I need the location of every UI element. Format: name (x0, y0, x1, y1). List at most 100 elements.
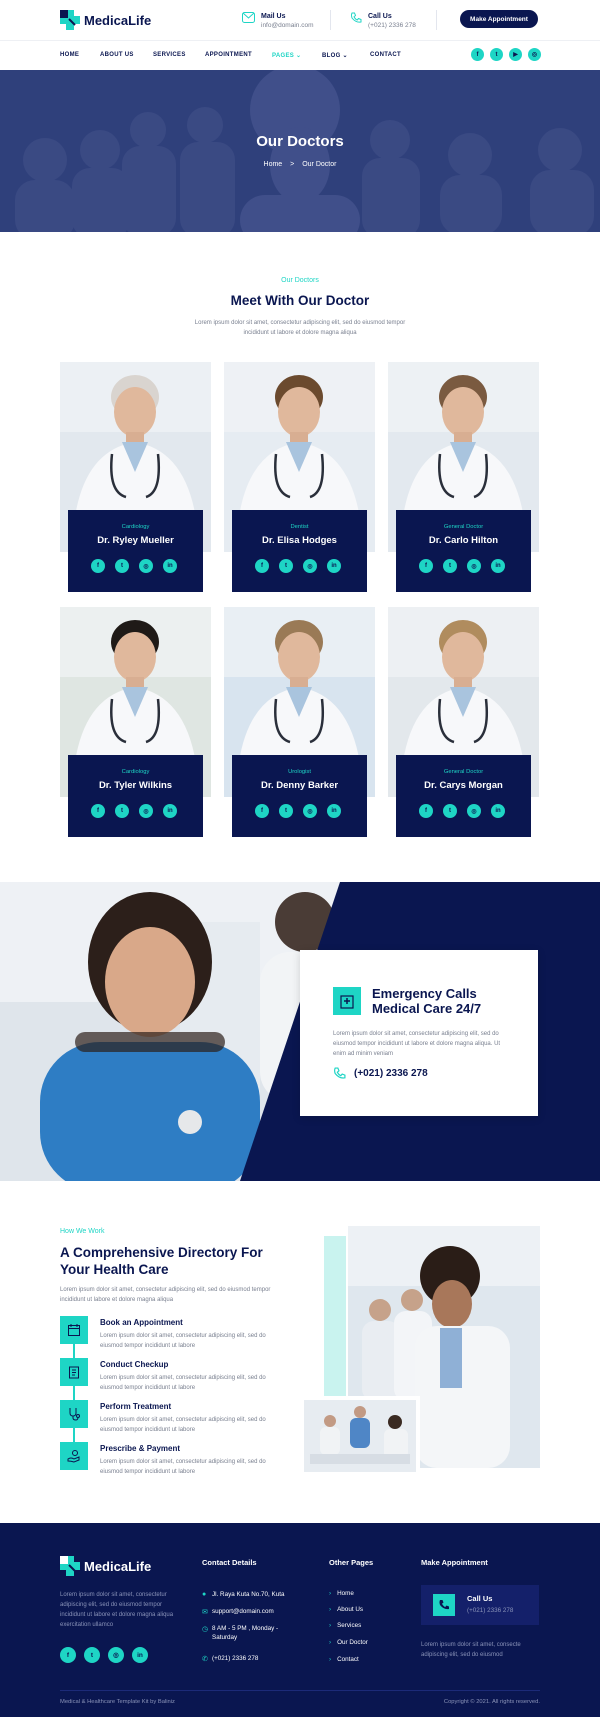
footer-call-box[interactable]: Call Us (+021) 2336 278 (421, 1585, 539, 1625)
step-title: Perform Treatment (100, 1402, 172, 1411)
nav-blog-label: BLOG (322, 53, 341, 59)
doctor-card[interactable]: General Doctor Dr. Carlo Hilton f t ◎ in (388, 362, 539, 592)
doctor-card[interactable]: Cardiology Dr. Tyler Wilkins f t ◎ in (60, 607, 211, 837)
footer-link-services[interactable]: Services (337, 1622, 361, 1629)
emergency-phone[interactable]: (+021) 2336 278 (333, 1067, 428, 1080)
stethoscope-icon (60, 1400, 88, 1428)
breadcrumb-home[interactable]: Home (264, 161, 283, 168)
instagram-icon[interactable]: ◎ (528, 48, 541, 61)
twitter-icon[interactable]: t (115, 804, 129, 818)
linkedin-icon[interactable]: in (491, 559, 505, 573)
twitter-icon[interactable]: t (490, 48, 503, 61)
linkedin-icon[interactable]: in (163, 559, 177, 573)
nav-about-us[interactable]: ABOUT US (100, 52, 134, 58)
emergency-phone-number: (+021) 2336 278 (354, 1068, 428, 1079)
header-mail[interactable]: Mail Us info@domain.com (242, 12, 313, 30)
facebook-icon[interactable]: f (255, 559, 269, 573)
doctor-specialty: Cardiology (121, 769, 150, 775)
logo[interactable]: MedicaLife (60, 10, 151, 30)
linkedin-icon[interactable]: in (491, 804, 505, 818)
breadcrumb: Home > Our Doctor (0, 161, 600, 168)
footer-link-about-us[interactable]: About Us (337, 1606, 363, 1613)
step-desc: Lorem ipsum dolor sit amet, consectetur … (100, 1375, 266, 1391)
instagram-icon[interactable]: ◎ (139, 559, 153, 573)
step-desc: Lorem ipsum dolor sit amet, consectetur … (100, 1417, 266, 1433)
linkedin-icon[interactable]: in (327, 559, 341, 573)
facebook-icon[interactable]: f (419, 559, 433, 573)
doctor-card[interactable]: General Doctor Dr. Carys Morgan f t ◎ in (388, 607, 539, 837)
footer-copyright: Copyright © 2021. All rights reserved. (443, 1699, 540, 1705)
linkedin-icon[interactable]: in (132, 1647, 148, 1663)
footer-link-contact[interactable]: Contact (337, 1656, 359, 1663)
doctor-specialty: General Doctor (443, 524, 484, 530)
call-title: Call Us (368, 13, 392, 20)
instagram-icon[interactable]: ◎ (303, 804, 317, 818)
page-title: Our Doctors (256, 133, 344, 150)
facebook-icon[interactable]: f (60, 1647, 76, 1663)
footer-hours: 8 AM - 5 PM , Monday - Saturday (212, 1625, 279, 1641)
top-bar: MedicaLife Mail Us info@domain.com Call … (0, 0, 600, 40)
twitter-icon[interactable]: t (443, 559, 457, 573)
footer-email[interactable]: support@domain.com (212, 1607, 274, 1616)
twitter-icon[interactable]: t (443, 804, 457, 818)
how-we-work-kicker: How We Work (60, 1228, 105, 1235)
doctors-kicker: Our Doctors (281, 277, 319, 284)
facebook-icon[interactable]: f (91, 559, 105, 573)
phone-icon (333, 1067, 346, 1080)
how-we-work-title: A Comprehensive Directory For Your Healt… (60, 1245, 263, 1277)
instagram-icon[interactable]: ◎ (108, 1647, 124, 1663)
facebook-icon[interactable]: f (471, 48, 484, 61)
facebook-icon[interactable]: f (255, 804, 269, 818)
footer-link-our-doctor[interactable]: Our Doctor (337, 1639, 368, 1646)
doctor-info: General Doctor Dr. Carys Morgan f t ◎ in (396, 755, 531, 837)
hospital-icon (333, 987, 361, 1015)
doctor-card[interactable]: Cardiology Dr. Ryley Mueller f t ◎ in (60, 362, 211, 592)
phone-icon (433, 1594, 455, 1616)
mail-icon: ✉ (202, 1609, 208, 1616)
footer-link-home[interactable]: Home (337, 1590, 354, 1597)
linkedin-icon[interactable]: in (327, 804, 341, 818)
nav-blog[interactable]: BLOG ⌄ (322, 52, 348, 59)
logo-text: MedicaLife (84, 12, 152, 28)
doctor-info: General Doctor Dr. Carlo Hilton f t ◎ in (396, 510, 531, 592)
twitter-icon[interactable]: t (279, 804, 293, 818)
facebook-icon[interactable]: f (419, 804, 433, 818)
make-appointment-button[interactable]: Make Appointment (460, 10, 538, 28)
how-we-work-images (300, 1226, 540, 1476)
nav-pages[interactable]: PAGES ⌄ (272, 52, 301, 59)
youtube-icon[interactable]: ▶ (509, 48, 522, 61)
header-call[interactable]: Call Us (+021) 2336 278 (350, 12, 416, 30)
instagram-icon[interactable]: ◎ (139, 804, 153, 818)
instagram-icon[interactable]: ◎ (303, 559, 317, 573)
step-desc: Lorem ipsum dolor sit amet, consectetur … (100, 1459, 266, 1475)
twitter-icon[interactable]: t (84, 1647, 100, 1663)
footer-phone[interactable]: (+021) 2336 278 (212, 1654, 258, 1663)
nav-contact[interactable]: CONTACT (370, 52, 401, 58)
step-title: Book an Appointment (100, 1318, 183, 1327)
instagram-icon[interactable]: ◎ (467, 559, 481, 573)
facebook-icon[interactable]: f (91, 804, 105, 818)
mail-value: info@domain.com (261, 22, 314, 29)
nav-home[interactable]: HOME (60, 52, 79, 58)
footer-logo[interactable]: MedicaLife (60, 1556, 151, 1576)
linkedin-icon[interactable]: in (163, 804, 177, 818)
twitter-icon[interactable]: t (279, 559, 293, 573)
emergency-section: Emergency Calls Medical Care 24/7 Lorem … (0, 882, 600, 1181)
nav-services[interactable]: SERVICES (153, 52, 186, 58)
clock-icon: ◷ (202, 1626, 209, 1633)
nav-appointment[interactable]: APPOINTMENT (205, 52, 252, 58)
doctor-card[interactable]: Dentist Dr. Elisa Hodges f t ◎ in (224, 362, 375, 592)
footer-address: Jl. Raya Kuta No.70, Kuta (212, 1591, 285, 1598)
doctor-card[interactable]: Urologist Dr. Denny Barker f t ◎ in (224, 607, 375, 837)
twitter-icon[interactable]: t (115, 559, 129, 573)
emergency-title-line2: Medical Care 24/7 (372, 1001, 482, 1016)
contact-details-heading: Contact Details (202, 1558, 257, 1567)
footer-call-value: (+021) 2336 278 (467, 1607, 514, 1614)
page-hero: Our Doctors Home > Our Doctor (0, 70, 600, 232)
instagram-icon[interactable]: ◎ (467, 804, 481, 818)
doctor-name: Dr. Elisa Hodges (262, 535, 337, 546)
doctor-name: Dr. Ryley Mueller (97, 535, 174, 546)
doctor-name: Dr. Denny Barker (260, 780, 339, 791)
header-divider (330, 10, 331, 30)
step-title: Conduct Checkup (100, 1360, 169, 1369)
